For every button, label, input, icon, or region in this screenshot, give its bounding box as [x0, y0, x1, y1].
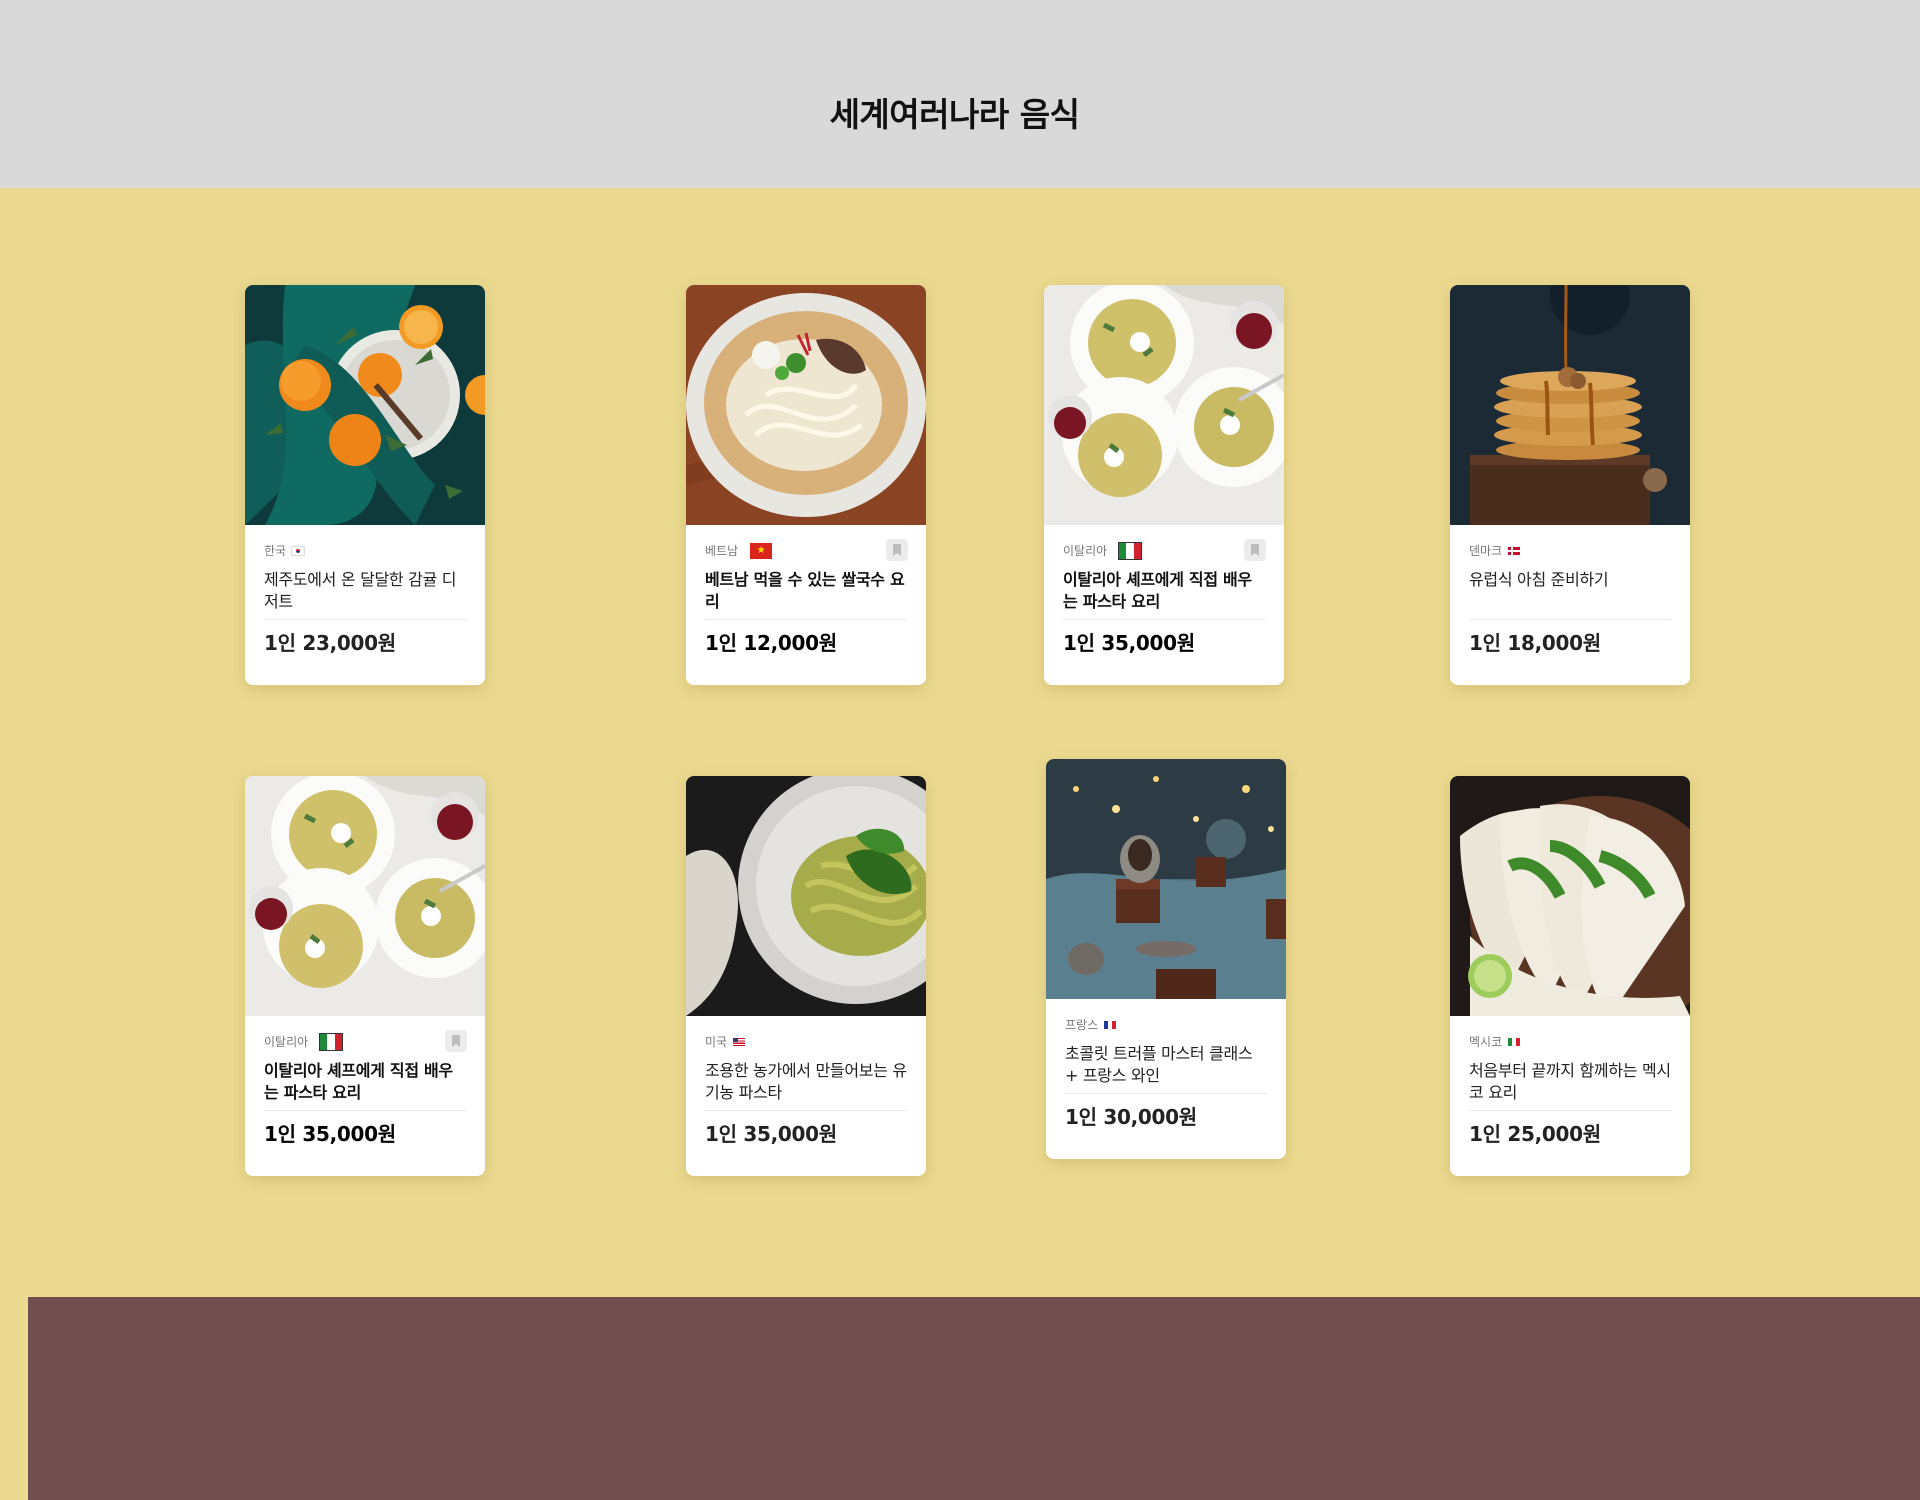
card-price: 1인 35,000원	[705, 1122, 837, 1146]
bookmark-button[interactable]	[1244, 539, 1266, 561]
card-title: 조용한 농가에서 만들어보는 유기농 파스타	[705, 1061, 907, 1102]
bookmark-icon	[893, 544, 901, 556]
card-price: 1인 18,000원	[1469, 631, 1601, 655]
food-card-mexico[interactable]: 멕시코 처음부터 끝까지 함께하는 멕시코 요리 1인 25,000원	[1450, 776, 1690, 1176]
card-divider	[264, 619, 466, 620]
card-title: 이탈리아 셰프에게 직접 배우는 파스타 요리	[264, 1061, 453, 1102]
page-header: 세계여러나라 음식	[0, 0, 1920, 188]
card-divider	[1469, 1110, 1671, 1111]
card-divider	[705, 619, 907, 620]
korea-flag-icon	[291, 546, 306, 556]
card-divider	[264, 1110, 466, 1111]
page-footer	[28, 1297, 1920, 1500]
card-country: 미국	[705, 1033, 907, 1051]
country-label: 미국	[705, 1035, 728, 1049]
food-card-usa[interactable]: 미국 조용한 농가에서 만들어보는 유기농 파스타 1인 35,000원	[686, 776, 926, 1176]
card-price: 1인 30,000원	[1065, 1105, 1197, 1129]
bookmark-button[interactable]	[445, 1030, 467, 1052]
france-flag-icon	[1104, 1021, 1117, 1029]
bookmark-button[interactable]	[886, 539, 908, 561]
italy-flag-icon	[319, 1033, 344, 1051]
food-card-france[interactable]: 프랑스 초콜릿 트러플 마스터 클래스 + 프랑스 와인 1인 30,000원	[1046, 759, 1286, 1159]
card-country: 멕시코	[1469, 1033, 1671, 1051]
card-price: 1인 35,000원	[1063, 631, 1195, 655]
card-divider	[1469, 619, 1671, 620]
chocolate-truffle-photo	[1046, 759, 1286, 999]
italy-flag-icon	[1118, 542, 1143, 560]
bookmark-icon	[1251, 544, 1259, 556]
food-card-vietnam[interactable]: 베트남 ★ 베트남 먹을 수 있는 쌀국수 요리 1인 12,000원	[686, 285, 926, 685]
country-label: 프랑스	[1065, 1018, 1099, 1032]
page-title: 세계여러나라 음식	[829, 95, 1080, 134]
citrus-dessert-photo	[245, 285, 485, 525]
bookmark-icon	[452, 1035, 460, 1047]
card-title: 유럽식 아침 준비하기	[1469, 570, 1609, 589]
food-card-italy-2[interactable]: 이탈리아 이탈리아 셰프에게 직접 배우는 파스타 요리 1인 35,000원	[245, 776, 485, 1176]
country-label: 베트남	[705, 544, 739, 558]
card-title: 베트남 먹을 수 있는 쌀국수 요리	[705, 570, 905, 611]
pasta-plates-photo	[1044, 285, 1284, 525]
card-divider	[1065, 1093, 1267, 1094]
tacos-photo	[1450, 776, 1690, 1016]
card-country: 베트남 ★	[705, 542, 907, 560]
card-price: 1인 35,000원	[264, 1122, 396, 1146]
pesto-pasta-photo	[686, 776, 926, 1016]
vietnam-flag-icon: ★	[750, 543, 773, 559]
card-country: 이탈리아	[264, 1033, 466, 1051]
denmark-flag-icon	[1508, 547, 1521, 555]
card-title: 제주도에서 온 달달한 감귤 디저트	[264, 570, 457, 611]
country-label: 이탈리아	[264, 1035, 309, 1049]
card-title: 처음부터 끝까지 함께하는 멕시코 요리	[1469, 1061, 1671, 1102]
food-card-denmark[interactable]: 덴마크 유럽식 아침 준비하기 1인 18,000원	[1450, 285, 1690, 685]
card-country: 덴마크	[1469, 542, 1671, 560]
mexico-flag-icon	[1508, 1038, 1521, 1046]
usa-flag-icon	[733, 1038, 746, 1046]
country-label: 한국	[264, 544, 287, 558]
food-card-korea[interactable]: 한국 제주도에서 온 달달한 감귤 디저트 1인 23,000원	[245, 285, 485, 685]
rice-noodle-soup-photo	[686, 285, 926, 525]
card-country: 한국	[264, 542, 466, 560]
card-price: 1인 12,000원	[705, 631, 837, 655]
card-title: 초콜릿 트러플 마스터 클래스 + 프랑스 와인	[1065, 1044, 1253, 1085]
food-card-italy[interactable]: 이탈리아 이탈리아 셰프에게 직접 배우는 파스타 요리 1인 35,000원	[1044, 285, 1284, 685]
card-divider	[705, 1110, 907, 1111]
pasta-plates-photo	[245, 776, 485, 1016]
pancake-stack-photo	[1450, 285, 1690, 525]
country-label: 덴마크	[1469, 544, 1503, 558]
card-price: 1인 23,000원	[264, 631, 396, 655]
country-label: 멕시코	[1469, 1035, 1503, 1049]
card-country: 이탈리아	[1063, 542, 1265, 560]
card-divider	[1063, 619, 1265, 620]
card-title: 이탈리아 셰프에게 직접 배우는 파스타 요리	[1063, 570, 1252, 611]
card-country: 프랑스	[1065, 1016, 1267, 1034]
card-price: 1인 25,000원	[1469, 1122, 1601, 1146]
country-label: 이탈리아	[1063, 544, 1108, 558]
